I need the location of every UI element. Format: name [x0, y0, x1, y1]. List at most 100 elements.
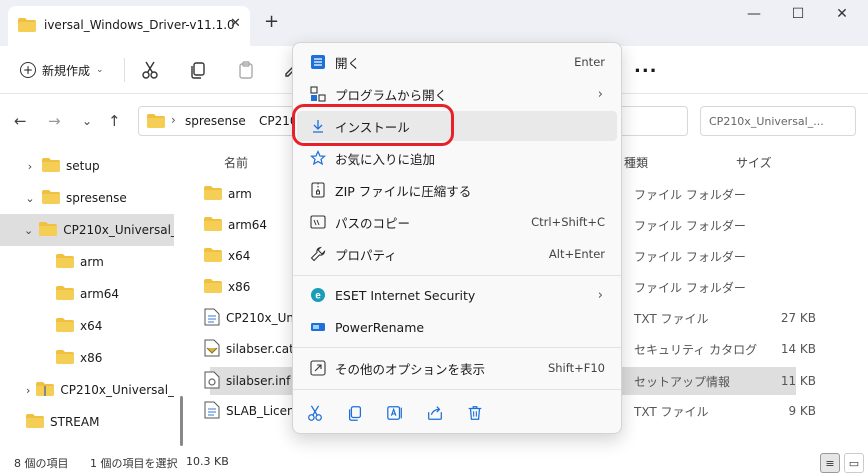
- catalog-file-icon: [204, 339, 220, 360]
- tab-close-icon[interactable]: ✕: [230, 16, 241, 31]
- folder-icon: [39, 221, 58, 239]
- sidebar-item-label: setup: [66, 159, 100, 173]
- tab-title: iversal_Windows_Driver-v11.1.0: [44, 18, 235, 32]
- star-icon: [305, 150, 331, 166]
- zip-folder-icon: [36, 381, 55, 399]
- sidebar-item-cp210x-selected[interactable]: ⌄ CP210x_Universal_W: [0, 214, 174, 246]
- sidebar-item-spresense[interactable]: ⌄ spresense: [0, 182, 174, 214]
- folder-icon: [18, 18, 36, 35]
- chevron-down-icon: ⌄: [96, 65, 104, 75]
- menu-item-shortcut: Enter: [574, 55, 605, 69]
- rename-icon[interactable]: [385, 403, 405, 423]
- sidebar-item-label: x64: [80, 319, 103, 333]
- cut-icon[interactable]: [140, 60, 160, 80]
- file-name: CP210x_Uni: [226, 311, 298, 325]
- paste-icon[interactable]: [236, 60, 256, 80]
- column-header-type[interactable]: 種類: [624, 154, 648, 171]
- sidebar-item-stream[interactable]: STREAM: [0, 406, 174, 438]
- copy-icon[interactable]: [345, 403, 365, 423]
- recent-chevron-icon[interactable]: ⌄: [82, 114, 92, 128]
- file-size: 27 KB: [780, 311, 816, 325]
- sidebar-item-label: arm64: [80, 287, 120, 301]
- menu-item-add-favorite[interactable]: お気に入りに追加: [297, 143, 617, 173]
- file-type: TXT ファイル: [634, 311, 709, 326]
- item-count: 8 個の項目: [14, 457, 69, 470]
- sidebar-item-cp210x-zip[interactable]: › CP210x_Universal_W: [0, 374, 174, 406]
- file-type: ファイル フォルダー: [634, 280, 746, 295]
- close-button[interactable]: ✕: [828, 6, 856, 26]
- menu-item-label: 開く: [335, 55, 361, 71]
- sidebar-scroll-track: [176, 148, 190, 452]
- status-bar: 8 個の項目 1 個の項目を選択 10.3 KB ≡ ▭: [0, 452, 868, 474]
- file-name: arm: [228, 187, 252, 201]
- file-name: x64: [228, 249, 251, 263]
- collapse-chevron-icon: ⌄: [25, 191, 35, 205]
- title-bar: iversal_Windows_Driver-v11.1.0 ✕ + — ☐ ✕: [0, 0, 868, 46]
- folder-icon: [204, 278, 222, 296]
- menu-item-powerrename[interactable]: PowerRename: [297, 312, 617, 342]
- back-icon[interactable]: ←: [14, 112, 27, 130]
- menu-item-copy-path[interactable]: パスのコピー Ctrl+Shift+C: [297, 207, 617, 237]
- sidebar-item-x64[interactable]: x64: [0, 310, 174, 342]
- more-options-icon[interactable]: ...: [634, 56, 658, 77]
- minimize-button[interactable]: —: [740, 6, 768, 26]
- menu-item-shortcut: Ctrl+Shift+C: [531, 215, 605, 229]
- menu-item-more-options[interactable]: その他のオプションを表示 Shift+F10: [297, 353, 617, 383]
- submenu-arrow-icon: ›: [597, 86, 603, 102]
- file-size: 11 KB: [780, 374, 816, 388]
- file-name: silabser.cat: [226, 342, 294, 356]
- breadcrumb-chevron-icon: ›: [171, 113, 176, 127]
- delete-icon[interactable]: [465, 403, 485, 423]
- sidebar-item-label: spresense: [66, 191, 127, 205]
- sidebar-item-arm[interactable]: arm: [0, 246, 174, 278]
- highlight-annotation-ring: [292, 104, 454, 146]
- folder-icon: [42, 157, 60, 175]
- tiles-view-icon[interactable]: ▭: [844, 453, 864, 473]
- copy-icon[interactable]: [188, 60, 208, 80]
- wrench-icon: [305, 246, 331, 262]
- column-header-size[interactable]: サイズ: [736, 154, 772, 171]
- menu-item-label: プロパティ: [335, 247, 397, 263]
- powerrename-icon: [305, 319, 331, 335]
- menu-item-eset[interactable]: e ESET Internet Security ›: [297, 280, 617, 310]
- sidebar-item-label: arm: [80, 255, 104, 269]
- copy-path-icon: [305, 214, 331, 230]
- forward-icon[interactable]: →: [48, 112, 61, 130]
- sidebar-item-label: CP210x_Universal_W: [60, 383, 174, 397]
- open-with-icon: [305, 86, 331, 102]
- up-icon[interactable]: ↑: [108, 112, 121, 130]
- sidebar-item-arm64[interactable]: arm64: [0, 278, 174, 310]
- sidebar-item-setup[interactable]: › setup: [0, 150, 174, 182]
- context-menu: 開く Enter プログラムから開く › インストール お気に入りに追加 ZIP…: [292, 42, 622, 434]
- menu-item-label: パスのコピー: [335, 215, 411, 231]
- sidebar-item-x86[interactable]: x86: [0, 342, 174, 374]
- collapse-chevron-icon: ⌄: [24, 223, 34, 237]
- new-tab-button[interactable]: +: [264, 13, 279, 31]
- sidebar-scrollbar[interactable]: [180, 396, 183, 446]
- cut-icon[interactable]: [305, 403, 325, 423]
- setup-info-file-icon: [204, 371, 220, 392]
- folder-icon: [26, 413, 44, 431]
- folder-icon: [204, 216, 222, 234]
- sidebar-item-label: x86: [80, 351, 103, 365]
- breadcrumb-spresense[interactable]: spresense: [185, 114, 246, 128]
- sidebar-item-label: CP210x_Universal_W: [63, 223, 174, 237]
- menu-item-label: プログラムから開く: [335, 87, 448, 103]
- search-input[interactable]: CP210x_Universal_...: [700, 106, 856, 136]
- new-label: 新規作成: [42, 63, 91, 78]
- expand-chevron-icon: ›: [26, 383, 31, 397]
- tab-active[interactable]: iversal_Windows_Driver-v11.1.0 ✕: [8, 6, 250, 46]
- column-header-name[interactable]: 名前: [224, 154, 248, 171]
- context-menu-quick-actions: [293, 395, 623, 431]
- selection-size: 10.3 KB: [186, 455, 229, 468]
- folder-icon: [147, 114, 165, 131]
- menu-item-open[interactable]: 開く Enter: [297, 47, 617, 77]
- details-view-icon[interactable]: ≡: [820, 453, 840, 473]
- share-icon[interactable]: [425, 403, 445, 423]
- maximize-button[interactable]: ☐: [784, 6, 812, 26]
- toolbar-divider: [124, 58, 125, 82]
- menu-item-compress-zip[interactable]: ZIP ファイルに圧縮する: [297, 175, 617, 205]
- new-button[interactable]: + 新規作成 ⌄: [20, 58, 104, 82]
- file-size: 9 KB: [788, 404, 816, 418]
- menu-item-properties[interactable]: プロパティ Alt+Enter: [297, 239, 617, 269]
